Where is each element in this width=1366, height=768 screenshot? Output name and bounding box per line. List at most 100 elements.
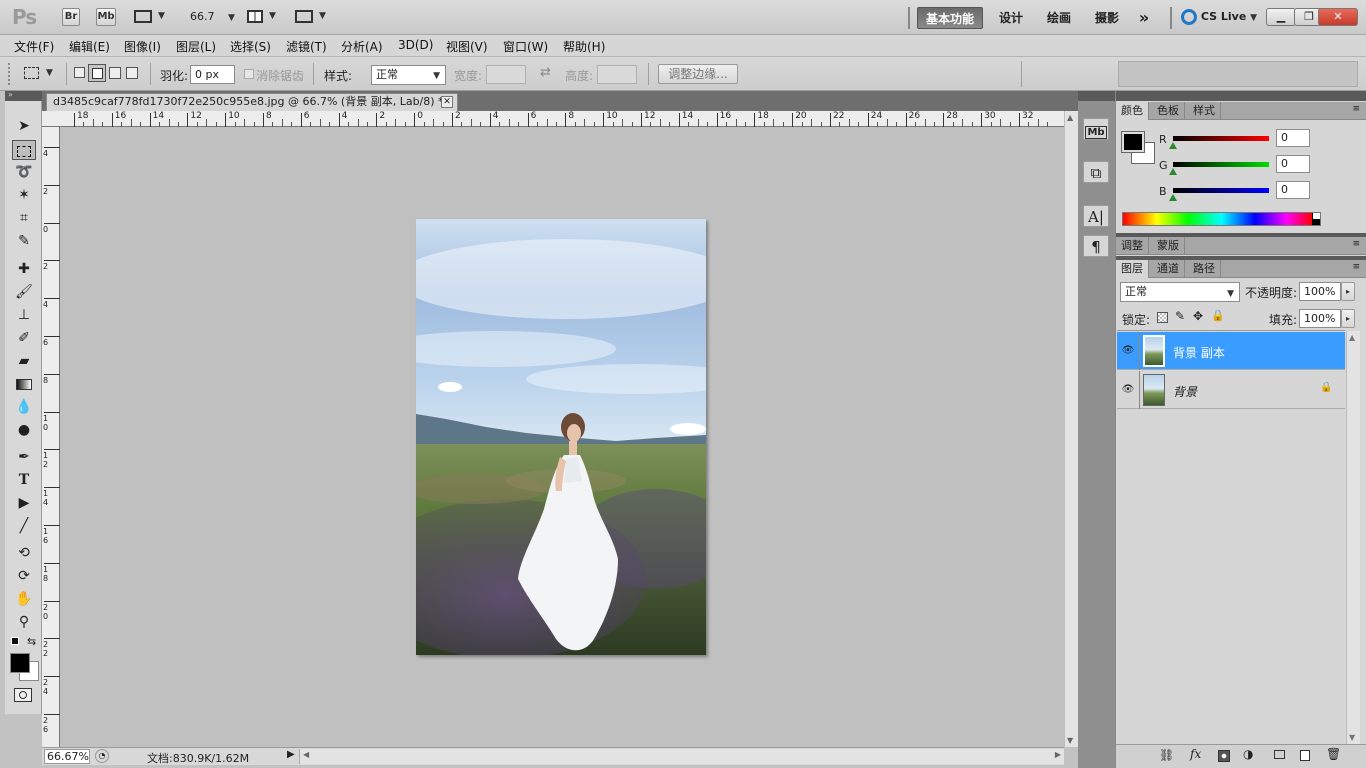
layers-scrollbar[interactable]: ▲ ▼ xyxy=(1346,331,1360,744)
gradient-tool-icon[interactable] xyxy=(12,374,36,394)
zoom-level-dropdown[interactable]: 66.7 ▼ xyxy=(190,10,235,23)
menu-layer[interactable]: 图层(L) xyxy=(176,38,216,55)
tab-swatches[interactable]: 色板 xyxy=(1152,102,1185,120)
panel-menu-icon[interactable]: ≡ xyxy=(1352,239,1360,249)
antialias-checkbox[interactable] xyxy=(244,69,254,79)
tab-layers[interactable]: 图层 xyxy=(1116,260,1149,278)
status-menu-arrow-icon[interactable]: ▶ xyxy=(287,749,295,760)
layer-name[interactable]: 背景 xyxy=(1173,383,1197,400)
menu-analysis[interactable]: 分析(A) xyxy=(341,38,383,55)
eraser-tool-icon[interactable]: ▰ xyxy=(12,351,36,371)
lock-pixels-icon[interactable]: ✎ xyxy=(1175,309,1185,323)
workspace-painting[interactable]: 绘画 xyxy=(1040,7,1078,29)
history-panel-icon[interactable]: ⧉ xyxy=(1083,161,1109,183)
fill-slider-button[interactable]: ▸ xyxy=(1341,309,1355,328)
tab-adjustments[interactable]: 调整 xyxy=(1116,237,1149,255)
tool-preset-picker[interactable]: ▼ xyxy=(24,66,58,82)
options-grip[interactable] xyxy=(8,63,12,85)
arrange-documents-button[interactable]: ▼ xyxy=(247,9,281,25)
delete-layer-icon[interactable]: 🗑 xyxy=(1326,747,1341,761)
clone-stamp-tool-icon[interactable]: ⊥ xyxy=(12,305,36,325)
lasso-tool-icon[interactable]: ➰ xyxy=(12,162,36,182)
white-swatch[interactable] xyxy=(1313,213,1320,219)
mini-bridge-button[interactable]: Mb xyxy=(96,8,116,26)
foreground-color-swatch[interactable] xyxy=(10,653,30,673)
dock-header[interactable] xyxy=(1116,91,1366,101)
status-info-icon[interactable]: ◔ xyxy=(95,749,109,763)
channel-b-input[interactable]: 0 xyxy=(1276,181,1310,199)
opacity-input[interactable]: 100% xyxy=(1299,282,1341,301)
magic-wand-tool-icon[interactable]: ✶ xyxy=(12,185,36,205)
scroll-left-icon[interactable]: ◀ xyxy=(303,750,309,759)
menu-file[interactable]: 文件(F) xyxy=(14,38,54,55)
dodge-tool-icon[interactable]: ● xyxy=(12,420,36,440)
scroll-up-icon[interactable]: ▲ xyxy=(1067,113,1073,122)
menu-image[interactable]: 图像(I) xyxy=(124,38,161,55)
document-tab[interactable]: d3485c9caf778fd1730f72e250c955e8.jpg @ 6… xyxy=(46,93,458,111)
subtract-selection-icon[interactable] xyxy=(109,67,121,79)
type-tool-icon[interactable]: T xyxy=(12,470,36,490)
tab-styles[interactable]: 样式 xyxy=(1188,102,1221,120)
layer-name[interactable]: 背景 副本 xyxy=(1173,344,1225,361)
add-to-selection-icon[interactable] xyxy=(88,64,106,82)
screen-mode-button[interactable]: ▼ xyxy=(295,9,329,25)
layer-row-background[interactable]: 👁 背景 🔒 xyxy=(1117,371,1345,409)
new-selection-icon[interactable] xyxy=(74,67,85,78)
eyedropper-tool-icon[interactable]: ✎ xyxy=(12,231,36,251)
default-colors-icon[interactable] xyxy=(11,637,19,645)
swap-icon[interactable]: ⇄ xyxy=(540,65,551,80)
tab-paths[interactable]: 路径 xyxy=(1188,260,1221,278)
channel-r-slider[interactable] xyxy=(1173,136,1269,141)
crop-tool-icon[interactable]: ⌗ xyxy=(12,208,36,228)
document-image[interactable] xyxy=(416,219,706,655)
scroll-up-icon[interactable]: ▲ xyxy=(1349,333,1355,342)
new-layer-icon[interactable] xyxy=(1300,750,1310,761)
scroll-down-icon[interactable]: ▼ xyxy=(1067,736,1073,745)
width-input[interactable] xyxy=(486,65,526,84)
add-mask-icon[interactable] xyxy=(1218,750,1230,762)
bridge-button[interactable]: Br xyxy=(62,8,80,26)
path-selection-tool-icon[interactable]: ▶ xyxy=(12,493,36,513)
panel-menu-icon[interactable]: ≡ xyxy=(1352,262,1360,272)
link-layers-icon[interactable]: ⛓ xyxy=(1159,748,1174,762)
style-select[interactable]: 正常 ▼ xyxy=(371,65,446,85)
move-tool-icon[interactable]: ➤ xyxy=(12,116,36,136)
cs-live-button[interactable]: CS Live ▼ xyxy=(1181,9,1257,25)
workspace-design[interactable]: 设计 xyxy=(992,7,1030,29)
zoom-input[interactable]: 66.67% xyxy=(44,749,90,764)
scroll-right-icon[interactable]: ▶ xyxy=(1055,750,1061,759)
height-input[interactable] xyxy=(597,65,637,84)
adjustment-layer-icon[interactable]: ◑ xyxy=(1243,747,1253,761)
menu-help[interactable]: 帮助(H) xyxy=(563,38,605,55)
close-tab-icon[interactable]: ✕ xyxy=(441,96,453,108)
opacity-slider-button[interactable]: ▸ xyxy=(1341,282,1355,301)
blur-tool-icon[interactable]: 💧 xyxy=(12,397,36,417)
3d-rotate-tool-icon[interactable]: ⟲ xyxy=(12,543,36,563)
tab-masks[interactable]: 蒙版 xyxy=(1152,237,1185,255)
layer-style-icon[interactable]: fx xyxy=(1190,747,1201,761)
zoom-tool-icon[interactable]: ⚲ xyxy=(12,612,36,632)
brush-tool-icon[interactable]: 🖌 xyxy=(12,282,36,302)
history-brush-tool-icon[interactable]: ✐ xyxy=(12,328,36,348)
view-extras-button[interactable]: ▼ xyxy=(134,9,168,25)
color-spectrum-ramp[interactable] xyxy=(1122,212,1321,226)
intersect-selection-icon[interactable] xyxy=(126,67,138,79)
toolbox-header[interactable]: » xyxy=(5,90,42,101)
visibility-eye-icon[interactable]: 👁 xyxy=(1121,344,1135,358)
menu-edit[interactable]: 编辑(E) xyxy=(69,38,110,55)
horizontal-ruler[interactable]: 18 16 14 12 10 8 6 4 2 0 2 4 6 8 10 12 14 16 18 20 22 24 26 28 3… xyxy=(42,111,1064,127)
minimize-button[interactable]: ▁ xyxy=(1266,8,1296,26)
line-tool-icon[interactable]: ╱ xyxy=(12,516,36,536)
workspace-photography[interactable]: 摄影 xyxy=(1088,7,1126,29)
blend-mode-select[interactable]: 正常 ▼ xyxy=(1120,282,1240,302)
channel-b-slider[interactable] xyxy=(1173,188,1269,193)
channel-g-slider[interactable] xyxy=(1173,162,1269,167)
visibility-eye-icon[interactable]: 👁 xyxy=(1121,383,1135,397)
menu-filter[interactable]: 滤镜(T) xyxy=(286,38,327,55)
rect-marquee-tool-icon[interactable] xyxy=(12,140,36,160)
lock-all-icon[interactable]: 🔒 xyxy=(1211,309,1225,322)
channel-b-handle[interactable] xyxy=(1169,194,1177,201)
panel-menu-icon[interactable]: ≡ xyxy=(1352,104,1360,114)
vertical-scrollbar[interactable]: ▲ ▼ xyxy=(1064,111,1078,747)
character-panel-icon[interactable]: A| xyxy=(1083,205,1109,227)
